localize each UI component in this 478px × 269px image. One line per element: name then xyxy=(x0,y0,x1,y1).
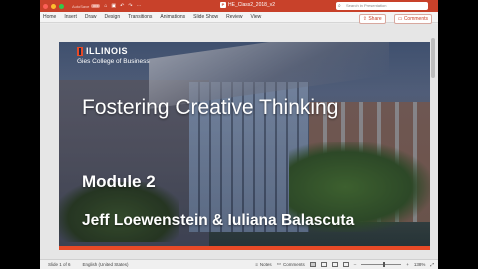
notes-icon: ≡ xyxy=(255,261,258,267)
slide-sorter-icon[interactable] xyxy=(320,261,327,267)
slide-authors[interactable]: Jeff Loewenstein & Iuliana Balascuta xyxy=(82,212,354,230)
autosave-toggle[interactable]: OFF xyxy=(91,4,101,8)
zoom-out-icon[interactable]: – xyxy=(354,262,357,267)
more-icon[interactable]: ⋯ xyxy=(137,3,142,9)
powerpoint-file-icon: P xyxy=(220,2,226,8)
search-input[interactable]: ⌕ Search in Presentation xyxy=(336,2,428,10)
logo-text: ILLINOIS xyxy=(86,46,128,56)
status-comments-label: Comments xyxy=(282,261,305,267)
close-window-button[interactable] xyxy=(43,3,48,9)
redo-icon[interactable]: ↷ xyxy=(128,3,132,9)
notes-button[interactable]: ≡ Notes xyxy=(255,262,271,267)
zoom-slider[interactable] xyxy=(361,261,402,267)
status-bar: Slide 1 of 6 English (United States) ≡ No… xyxy=(40,259,438,269)
ribbon-tabs: Home Insert Draw Design Transitions Anim… xyxy=(40,12,438,24)
comment-icon: ▭ xyxy=(276,261,281,266)
status-comments-button[interactable]: ▭ Comments xyxy=(277,261,305,267)
slideshow-view-icon[interactable] xyxy=(342,261,349,267)
document-title-text: HE_Class2_2018_v2 xyxy=(228,2,275,8)
undo-icon[interactable]: ↶ xyxy=(120,3,124,9)
tab-design[interactable]: Design xyxy=(105,14,121,20)
slide-title[interactable]: Fostering Creative Thinking xyxy=(82,96,338,120)
search-icon: ⌕ xyxy=(338,3,341,9)
normal-view-icon[interactable] xyxy=(309,261,316,267)
vertical-scrollbar[interactable] xyxy=(431,26,435,256)
language-indicator[interactable]: English (United States) xyxy=(83,262,129,267)
zoom-level[interactable]: 138% xyxy=(414,262,426,267)
notes-label: Notes xyxy=(259,261,272,267)
tab-slide-show[interactable]: Slide Show xyxy=(193,14,218,20)
save-icon[interactable]: ▣ xyxy=(111,3,116,9)
logo-subtitle: Gies College of Business xyxy=(77,58,150,65)
zoom-in-icon[interactable]: + xyxy=(406,262,409,267)
slide-module[interactable]: Module 2 xyxy=(82,172,156,192)
tab-draw[interactable]: Draw xyxy=(85,14,97,20)
status-bar-controls: ≡ Notes ▭ Comments – + 138% ⤢ xyxy=(255,261,434,267)
share-button[interactable]: ⇪ Share xyxy=(358,14,386,24)
title-bar: AutoSave OFF ⌂ ▣ ↶ ↷ ⋯ P HE_Class2_2018_… xyxy=(40,0,438,12)
maximize-window-button[interactable] xyxy=(59,3,64,9)
search-placeholder: Search in Presentation xyxy=(346,3,387,8)
comments-label: Comments xyxy=(403,16,428,22)
vertical-ruler xyxy=(46,38,47,248)
slide-canvas[interactable]: ILLINOIS Gies College of Business Foster… xyxy=(40,24,438,259)
powerpoint-window: AutoSave OFF ⌂ ▣ ↶ ↷ ⋯ P HE_Class2_2018_… xyxy=(40,0,438,269)
illinois-logo: ILLINOIS Gies College of Business xyxy=(77,46,150,65)
comments-button[interactable]: ▭ Comments xyxy=(393,14,432,24)
minimize-window-button[interactable] xyxy=(51,3,56,9)
tab-insert[interactable]: Insert xyxy=(64,14,77,20)
tab-transitions[interactable]: Transitions xyxy=(128,14,152,20)
autosave-label: AutoSave xyxy=(72,3,90,9)
ribbon-actions: ⇪ Share ▭ Comments xyxy=(358,14,432,24)
home-icon[interactable]: ⌂ xyxy=(104,3,107,9)
slide-1[interactable]: ILLINOIS Gies College of Business Foster… xyxy=(59,42,430,250)
window-controls xyxy=(43,3,64,9)
slide-indicator: Slide 1 of 6 xyxy=(48,262,71,267)
block-i-icon xyxy=(77,46,83,56)
share-label: Share xyxy=(368,16,382,22)
reading-view-icon[interactable] xyxy=(331,261,338,267)
scrollbar-thumb[interactable] xyxy=(431,38,435,78)
tab-home[interactable]: Home xyxy=(43,14,56,20)
fit-to-window-icon[interactable]: ⤢ xyxy=(430,262,434,267)
tab-animations[interactable]: Animations xyxy=(160,14,185,20)
document-title: P HE_Class2_2018_v2 xyxy=(220,2,275,8)
accent-bar xyxy=(59,246,430,250)
tab-view[interactable]: View xyxy=(251,14,262,20)
tab-review[interactable]: Review xyxy=(226,14,242,20)
